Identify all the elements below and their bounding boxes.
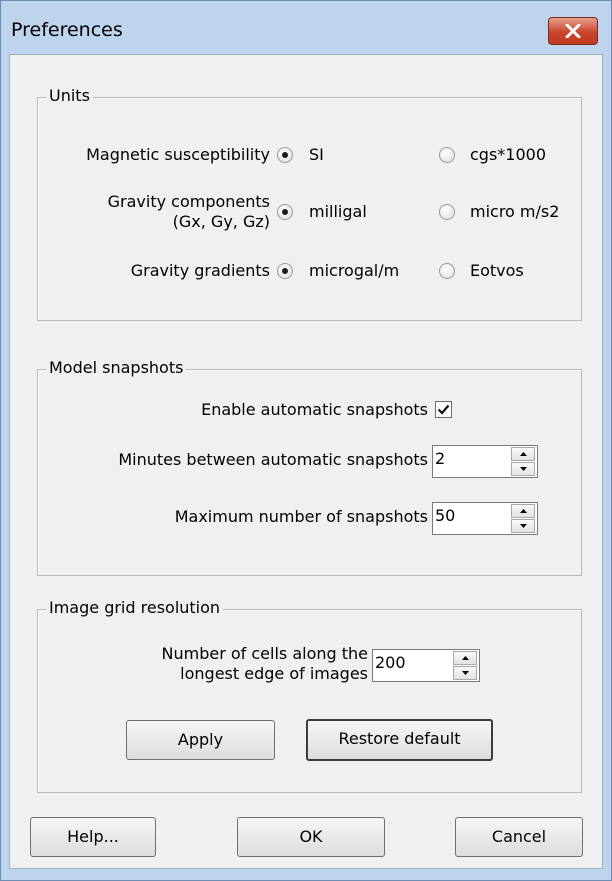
cells-spin-buttons xyxy=(453,651,477,680)
model-snapshots-group-label: Model snapshots xyxy=(46,358,187,378)
close-button[interactable] xyxy=(548,17,598,45)
ok-button[interactable]: OK xyxy=(237,817,385,857)
radio-selected-dot xyxy=(282,268,288,274)
enable-snapshots-checkbox[interactable] xyxy=(435,401,452,418)
radio-selected-dot xyxy=(282,209,288,215)
maximum-spin-up[interactable] xyxy=(511,504,535,518)
chevron-down-icon xyxy=(520,467,527,471)
minutes-spin-down[interactable] xyxy=(511,462,535,476)
maximum-spin-down[interactable] xyxy=(511,519,535,533)
restore-default-button[interactable]: Restore default xyxy=(306,719,493,761)
cells-label-line2: longest edge of images xyxy=(180,664,368,683)
radio-magnetic-cgs-label[interactable]: cgs*1000 xyxy=(470,145,546,165)
image-grid-group: Image grid resolution Number of cells al… xyxy=(37,598,582,793)
units-group-label: Units xyxy=(46,86,93,106)
cancel-button[interactable]: Cancel xyxy=(455,817,583,857)
cells-input[interactable] xyxy=(375,653,431,672)
cells-label-line1: Number of cells along the xyxy=(161,644,369,663)
radio-magnetic-si[interactable] xyxy=(277,147,293,163)
radio-gravity-micro-ms2[interactable] xyxy=(439,204,455,220)
chevron-down-icon xyxy=(520,524,527,528)
chevron-up-icon xyxy=(520,452,527,456)
radio-magnetic-si-label[interactable]: SI xyxy=(309,145,324,165)
units-group: Units Magnetic susceptibility SI cgs*100… xyxy=(37,86,582,321)
radio-gradients-microgal-label[interactable]: microgal/m xyxy=(309,261,399,281)
radio-selected-dot xyxy=(282,152,288,158)
radio-gradients-microgal[interactable] xyxy=(277,263,293,279)
radio-gravity-milligal[interactable] xyxy=(277,204,293,220)
model-snapshots-group: Model snapshots Enable automatic snapsho… xyxy=(37,358,582,576)
dialog-client-area: Units Magnetic susceptibility SI cgs*100… xyxy=(9,54,603,869)
maximum-input[interactable] xyxy=(435,506,491,525)
minutes-spin-up[interactable] xyxy=(511,447,535,461)
gravity-gradients-label: Gravity gradients xyxy=(130,261,270,280)
close-icon xyxy=(565,24,581,38)
enable-snapshots-label: Enable automatic snapshots xyxy=(201,400,428,419)
radio-gradients-eotvos-label[interactable]: Eotvos xyxy=(470,261,524,281)
check-icon xyxy=(437,404,450,415)
chevron-up-icon xyxy=(520,509,527,513)
apply-button[interactable]: Apply xyxy=(126,720,275,760)
maximum-snapshots-label: Maximum number of snapshots xyxy=(174,507,428,526)
help-button[interactable]: Help... xyxy=(30,817,156,857)
maximum-spin-buttons xyxy=(511,504,535,533)
gravity-components-label-line2: (Gx, Gy, Gz) xyxy=(172,212,270,231)
gravity-components-label-line1: Gravity components xyxy=(107,192,270,211)
cells-spin-up[interactable] xyxy=(453,651,477,665)
radio-magnetic-cgs[interactable] xyxy=(439,147,455,163)
radio-gravity-milligal-label[interactable]: milligal xyxy=(309,202,367,222)
minutes-input[interactable] xyxy=(435,449,491,468)
window-title: Preferences xyxy=(11,19,123,41)
cells-spinner[interactable] xyxy=(372,649,480,682)
preferences-window: Preferences Units Magnetic susceptibilit… xyxy=(0,0,612,881)
minutes-spinner[interactable] xyxy=(432,445,538,478)
chevron-up-icon xyxy=(462,656,469,660)
minutes-spin-buttons xyxy=(511,447,535,476)
minutes-between-label: Minutes between automatic snapshots xyxy=(118,450,428,469)
magnetic-susceptibility-label: Magnetic susceptibility xyxy=(86,145,270,164)
radio-gravity-micro-ms2-label[interactable]: micro m/s2 xyxy=(470,202,559,222)
radio-gradients-eotvos[interactable] xyxy=(439,263,455,279)
maximum-spinner[interactable] xyxy=(432,502,538,535)
chevron-down-icon xyxy=(462,671,469,675)
image-grid-group-label: Image grid resolution xyxy=(46,598,224,618)
cells-spin-down[interactable] xyxy=(453,666,477,680)
